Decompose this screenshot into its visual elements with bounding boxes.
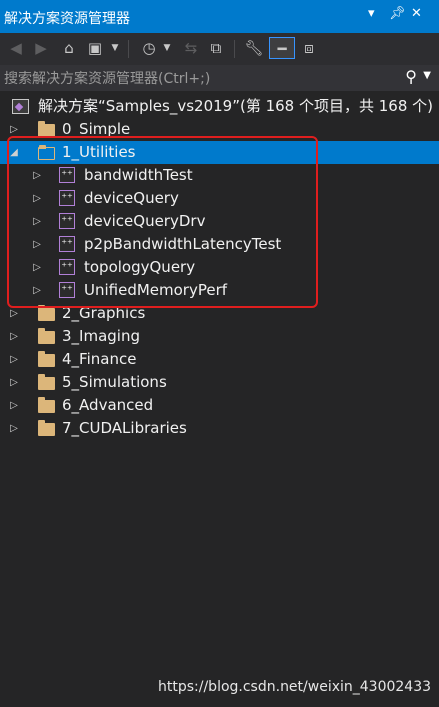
project-label: UnifiedMemoryPerf [84,281,228,299]
project-node[interactable]: ▷ ⁺⁺ p2pBandwidthLatencyTest [0,233,439,256]
cpp-project-icon: ⁺⁺ [59,213,75,229]
folder-icon [38,420,55,436]
project-label: p2pBandwidthLatencyTest [84,235,282,253]
expand-arrow-icon[interactable]: ▷ [8,302,20,325]
folder-icon [38,305,55,321]
folder-node[interactable]: ▷ 7_CUDALibraries [0,417,439,440]
search-input[interactable] [2,67,386,91]
cpp-project-icon: ⁺⁺ [59,190,75,206]
collapse-all-button[interactable]: ⧉ [205,37,227,59]
panel-title: 解决方案资源管理器 [4,11,130,27]
switch-views-icon: ▣ [87,39,103,57]
project-node[interactable]: ▷ ⁺⁺ bandwidthTest [0,164,439,187]
folder-node[interactable]: ▷ 2_Graphics [0,302,439,325]
wrench-icon: 🔧︎ [244,39,264,57]
solution-node[interactable]: 解决方案“Samples_vs2019”(第 168 个项目，共 168 个) [0,95,439,118]
folder-label: 1_Utilities [62,143,136,161]
back-button[interactable]: ◀ [5,37,27,59]
project-node[interactable]: ▷ ⁺⁺ deviceQueryDrv [0,210,439,233]
folder-node[interactable]: ▷ 3_Imaging [0,325,439,348]
pending-changes-filter-button[interactable]: ◷ [138,37,160,59]
home-button[interactable]: ⌂ [58,37,80,59]
properties-button[interactable]: 🔧︎ [243,37,265,59]
project-label: topologyQuery [84,258,196,276]
open-folder-icon [38,145,55,160]
folder-label: 6_Advanced [62,396,154,414]
expand-arrow-icon[interactable]: ▷ [31,164,43,187]
project-label: bandwidthTest [84,166,193,184]
solution-label: 解决方案“Samples_vs2019”(第 168 个项目，共 168 个) [38,97,434,115]
switch-views-button[interactable]: ▣ [84,37,106,59]
folder-icon [38,121,55,137]
folder-icon [38,397,55,413]
pin-icon[interactable]: 📌︎ [389,6,406,21]
folder-label: 5_Simulations [62,373,167,391]
folder-node[interactable]: ▷ 5_Simulations [0,371,439,394]
project-node[interactable]: ▷ ⁺⁺ UnifiedMemoryPerf [0,279,439,302]
folder-label: 0_Simple [62,120,131,138]
switch-views-dropdown[interactable]: ▼ [108,37,122,59]
folder-label: 3_Imaging [62,327,140,345]
title-bar: 解决方案资源管理器 ▾ 📌︎ ✕ [0,0,439,33]
expand-arrow-icon[interactable]: ▷ [8,118,20,141]
chevron-down-icon: ▼ [163,43,171,53]
expand-arrow-icon[interactable]: ▷ [31,233,43,256]
chevron-down-icon: ▼ [111,43,119,53]
sync-icon: ⇆ [184,39,198,57]
folder-label: 2_Graphics [62,304,146,322]
toolbar: ◀ ▶ ⌂ ▣ ▼ ◷ ▼ ⇆ ⧉ 🔧︎ ━ ⧈ [0,33,439,65]
project-node[interactable]: ▷ ⁺⁺ deviceQuery [0,187,439,210]
home-icon: ⌂ [64,39,74,57]
expand-arrow-icon[interactable]: ▷ [8,325,20,348]
preview-selected-button[interactable]: ━ [269,37,295,59]
arrow-left-icon: ◀ [10,39,22,57]
expand-arrow-icon[interactable]: ▷ [31,210,43,233]
expand-arrow-icon[interactable]: ▷ [31,279,43,302]
expand-arrow-icon[interactable]: ▷ [8,348,20,371]
class-view-button[interactable]: ⧈ [298,37,320,59]
folder-label: 7_CUDALibraries [62,419,187,437]
project-label: deviceQuery [84,189,179,207]
filter-dropdown[interactable]: ▼ [160,37,174,59]
expand-arrow-icon[interactable]: ▷ [8,417,20,440]
toolbar-separator [128,40,129,58]
folder-node-selected[interactable]: ◢ 1_Utilities [0,141,439,164]
chevron-down-icon[interactable]: ▾ [368,6,375,21]
folder-node[interactable]: ▷ 4_Finance [0,348,439,371]
project-label: deviceQueryDrv [84,212,206,230]
forward-button[interactable]: ▶ [30,37,52,59]
arrow-right-icon: ▶ [35,39,47,57]
search-icon[interactable]: ⚲ [405,67,417,86]
class-diagram-icon: ⧈ [304,39,314,57]
expand-arrow-icon[interactable]: ▷ [31,187,43,210]
expand-arrow-icon[interactable]: ▷ [8,394,20,417]
preview-icon: ━ [277,40,287,58]
project-node[interactable]: ▷ ⁺⁺ topologyQuery [0,256,439,279]
toolbar-separator [234,40,235,58]
collapse-arrow-icon[interactable]: ◢ [8,141,20,164]
folder-icon [38,374,55,390]
search-options-dropdown[interactable]: ▼ [423,70,431,81]
cpp-project-icon: ⁺⁺ [59,282,75,298]
folder-node[interactable]: ▷ 0_Simple [0,118,439,141]
folder-icon [38,328,55,344]
collapse-all-icon: ⧉ [210,39,222,57]
cpp-project-icon: ⁺⁺ [59,236,75,252]
search-bar: ⚲ ▼ [0,65,439,91]
folder-icon [38,351,55,367]
expand-arrow-icon[interactable]: ▷ [31,256,43,279]
watermark-text: https://blog.csdn.net/weixin_43002433 [158,679,432,695]
cpp-project-icon: ⁺⁺ [59,259,75,275]
sync-button[interactable]: ⇆ [180,37,202,59]
cpp-project-icon: ⁺⁺ [59,167,75,183]
solution-icon [12,99,29,114]
close-icon[interactable]: ✕ [411,6,422,21]
history-icon: ◷ [142,39,156,57]
folder-label: 4_Finance [62,350,137,368]
expand-arrow-icon[interactable]: ▷ [8,371,20,394]
folder-node[interactable]: ▷ 6_Advanced [0,394,439,417]
